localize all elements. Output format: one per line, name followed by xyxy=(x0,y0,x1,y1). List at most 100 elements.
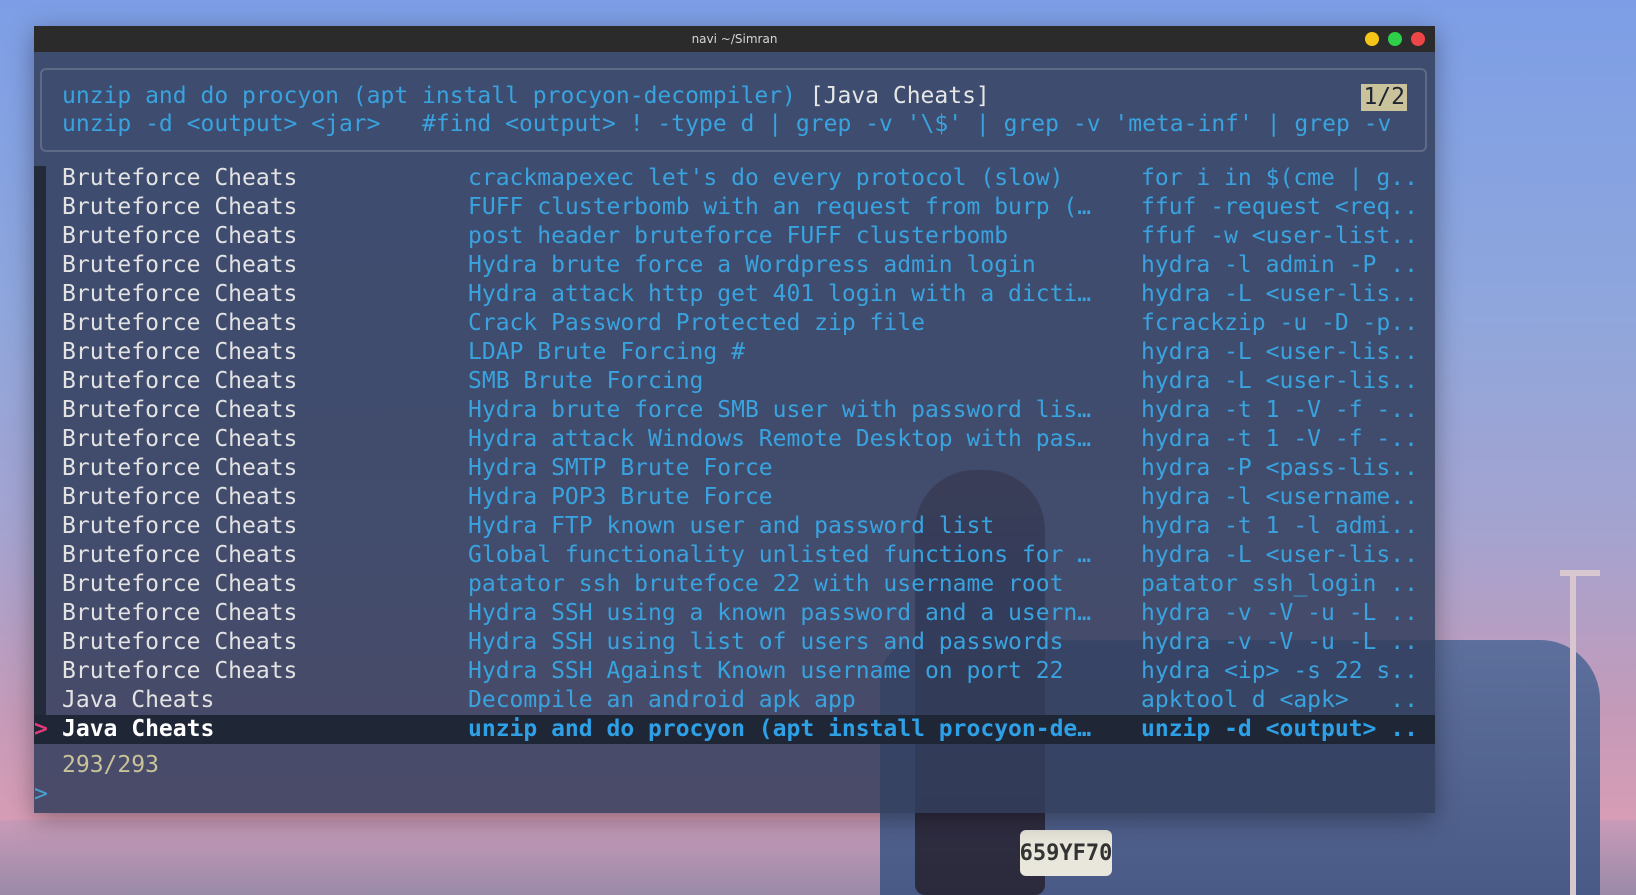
background-lamp-pole xyxy=(1570,570,1576,895)
row-command: hydra -v -V -u -L .. xyxy=(1141,629,1418,655)
list-item[interactable]: Bruteforce Cheats Hydra attack http get 4… xyxy=(34,280,1435,309)
list-item[interactable]: Bruteforce Cheats Hydra FTP known user an… xyxy=(34,512,1435,541)
row-command: hydra -L <user-lis.. xyxy=(1141,339,1418,365)
results-list[interactable]: Bruteforce Cheats crackmapexec let's do e… xyxy=(34,164,1435,744)
row-tag: Bruteforce Cheats xyxy=(62,397,298,423)
list-item[interactable]: Bruteforce Cheats SMB Brute Forcing hydra … xyxy=(34,367,1435,396)
list-item[interactable]: Bruteforce Cheats patator ssh brutefoce 2… xyxy=(34,570,1435,599)
list-item[interactable]: Bruteforce Cheats Hydra SMTP Brute Force h… xyxy=(34,454,1435,483)
list-item[interactable]: Bruteforce Cheats Hydra brute force a Wor… xyxy=(34,251,1435,280)
row-description: Hydra SSH using list of users and passwo… xyxy=(468,629,1064,655)
row-command: hydra <ip> -s 22 s.. xyxy=(1141,658,1418,684)
row-tag: Bruteforce Cheats xyxy=(62,165,298,191)
maximize-button[interactable] xyxy=(1388,32,1402,46)
close-button[interactable] xyxy=(1411,32,1425,46)
row-command: for i in $(cme | g.. xyxy=(1141,165,1418,191)
row-command: hydra -l admin -P .. xyxy=(1141,252,1418,278)
row-tag: Bruteforce Cheats xyxy=(62,484,298,510)
row-description: Hydra brute force SMB user with password… xyxy=(468,397,1092,423)
list-item[interactable]: Bruteforce Cheats post header bruteforce … xyxy=(34,222,1435,251)
row-tag: Bruteforce Cheats xyxy=(62,629,298,655)
list-item[interactable]: Java Cheats Decompile an android apk app a… xyxy=(34,686,1435,715)
row-command: hydra -v -V -u -L .. xyxy=(1141,600,1418,626)
preview-command: unzip -d <output> <jar> #find <output> !… xyxy=(62,111,1392,137)
row-tag: Bruteforce Cheats xyxy=(62,513,298,539)
list-item[interactable]: Bruteforce Cheats Hydra brute force SMB u… xyxy=(34,396,1435,425)
row-command: hydra -L <user-lis.. xyxy=(1141,281,1418,307)
row-description: unzip and do procyon (apt install procyo… xyxy=(468,716,1092,742)
list-item[interactable]: Bruteforce Cheats LDAP Brute Forcing # hyd… xyxy=(34,338,1435,367)
match-count: 293/293 xyxy=(62,752,159,778)
terminal-window[interactable]: navi ~/Simran unzip and do procyon (apt … xyxy=(34,26,1435,813)
minimize-button[interactable] xyxy=(1365,32,1379,46)
row-command: patator ssh_login .. xyxy=(1141,571,1418,597)
row-command: hydra -L <user-lis.. xyxy=(1141,368,1418,394)
list-item[interactable]: Bruteforce Cheats Hydra SSH using a known… xyxy=(34,599,1435,628)
list-item-selected[interactable]: > Java Cheats unzip and do procyon (apt in… xyxy=(34,715,1435,744)
row-description: FUFF clusterbomb with an request from bu… xyxy=(468,194,1092,220)
list-item[interactable]: Bruteforce Cheats Hydra POP3 Brute Force h… xyxy=(34,483,1435,512)
list-item[interactable]: Bruteforce Cheats Hydra SSH Against Known… xyxy=(34,657,1435,686)
row-command: apktool d <apk> .. xyxy=(1141,687,1418,713)
row-tag: Bruteforce Cheats xyxy=(62,455,298,481)
row-description: crackmapexec let's do every protocol (sl… xyxy=(468,165,1064,191)
row-command: fcrackzip -u -D -p.. xyxy=(1141,310,1418,336)
row-description: post header bruteforce FUFF clusterbomb xyxy=(468,223,1009,249)
list-item[interactable]: Bruteforce Cheats Global functionality un… xyxy=(34,541,1435,570)
row-tag: Bruteforce Cheats xyxy=(62,571,298,597)
preview-description: unzip and do procyon (apt install procyo… xyxy=(62,83,796,109)
row-tag: Bruteforce Cheats xyxy=(62,368,298,394)
row-tag: Bruteforce Cheats xyxy=(62,281,298,307)
background-lamp-arm xyxy=(1560,570,1600,576)
row-description: patator ssh brutefoce 22 with username r… xyxy=(468,571,1064,597)
row-command: hydra -l <username.. xyxy=(1141,484,1418,510)
row-description: Hydra attack http get 401 login with a d… xyxy=(468,281,1092,307)
preview-title-line: unzip and do procyon (apt install procyo… xyxy=(62,82,990,111)
list-item[interactable]: Bruteforce Cheats Hydra SSH using list of… xyxy=(34,628,1435,657)
row-command: hydra -P <pass-lis.. xyxy=(1141,455,1418,481)
title-bar[interactable]: navi ~/Simran xyxy=(34,26,1435,52)
preview-pane: unzip and do procyon (apt install procyo… xyxy=(40,68,1427,152)
row-tag: Bruteforce Cheats xyxy=(62,542,298,568)
preview-page-indicator: 1/2 xyxy=(1361,84,1407,111)
background-license-plate: 659YF70 xyxy=(1020,830,1112,876)
row-description: Hydra brute force a Wordpress admin logi… xyxy=(468,252,1036,278)
row-description: Hydra SSH using a known password and a u… xyxy=(468,600,1092,626)
preview-tag: [Java Cheats] xyxy=(809,83,990,109)
row-command: hydra -t 1 -V -f -.. xyxy=(1141,397,1418,423)
row-description: Decompile an android apk app xyxy=(468,687,856,713)
row-tag: Bruteforce Cheats xyxy=(62,426,298,452)
row-description: Global functionality unlisted functions … xyxy=(468,542,1092,568)
list-item[interactable]: Bruteforce Cheats crackmapexec let's do e… xyxy=(34,164,1435,193)
row-tag: Bruteforce Cheats xyxy=(62,194,298,220)
row-description: Hydra SMTP Brute Force xyxy=(468,455,773,481)
row-tag: Java Cheats xyxy=(62,687,215,713)
row-description: Hydra POP3 Brute Force xyxy=(468,484,773,510)
list-item[interactable]: Bruteforce Cheats FUFF clusterbomb with a… xyxy=(34,193,1435,222)
row-tag: Bruteforce Cheats xyxy=(62,658,298,684)
row-command: ffuf -request <req.. xyxy=(1141,194,1418,220)
row-description: Hydra attack Windows Remote Desktop with… xyxy=(468,426,1092,452)
selection-pointer: > xyxy=(34,716,48,742)
row-description: Crack Password Protected zip file xyxy=(468,310,925,336)
row-tag: Bruteforce Cheats xyxy=(62,339,298,365)
window-title: navi ~/Simran xyxy=(691,32,778,46)
row-description: SMB Brute Forcing xyxy=(468,368,704,394)
row-command: hydra -L <user-lis.. xyxy=(1141,542,1418,568)
row-description: Hydra FTP known user and password list xyxy=(468,513,995,539)
window-controls xyxy=(1365,32,1425,46)
row-command: hydra -t 1 -V -f -.. xyxy=(1141,426,1418,452)
row-description: Hydra SSH Against Known username on port… xyxy=(468,658,1064,684)
row-tag: Bruteforce Cheats xyxy=(62,252,298,278)
row-tag: Java Cheats xyxy=(62,716,215,742)
row-tag: Bruteforce Cheats xyxy=(62,223,298,249)
row-tag: Bruteforce Cheats xyxy=(62,600,298,626)
list-item[interactable]: Bruteforce Cheats Crack Password Protecte… xyxy=(34,309,1435,338)
row-description: LDAP Brute Forcing # xyxy=(468,339,745,365)
row-tag: Bruteforce Cheats xyxy=(62,310,298,336)
row-command: ffuf -w <user-list.. xyxy=(1141,223,1418,249)
search-prompt[interactable]: > xyxy=(34,780,48,809)
list-item[interactable]: Bruteforce Cheats Hydra attack Windows Re… xyxy=(34,425,1435,454)
row-command: hydra -t 1 -l admi.. xyxy=(1141,513,1418,539)
row-command: unzip -d <output> .. xyxy=(1141,716,1418,742)
